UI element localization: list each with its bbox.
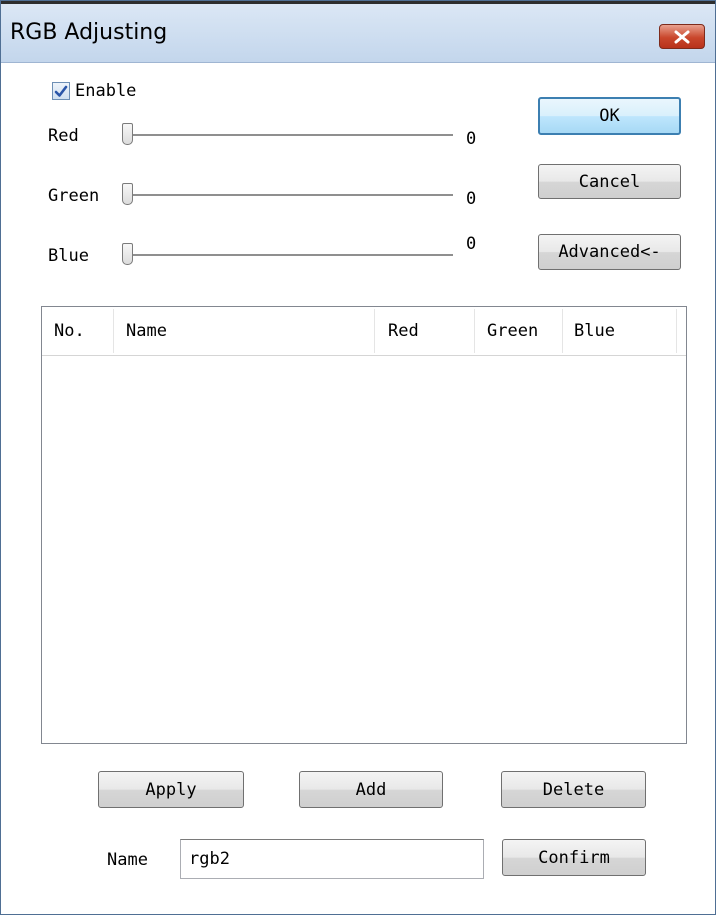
column-divider[interactable] bbox=[113, 309, 114, 353]
blue-slider-thumb[interactable] bbox=[122, 243, 133, 265]
column-divider[interactable] bbox=[562, 309, 563, 353]
green-slider-track[interactable] bbox=[123, 194, 453, 197]
column-divider[interactable] bbox=[374, 309, 375, 353]
checkmark-icon bbox=[54, 85, 68, 97]
add-button-label: Add bbox=[355, 779, 387, 800]
column-header-name[interactable]: Name bbox=[126, 307, 167, 355]
green-slider-thumb[interactable] bbox=[122, 183, 133, 205]
blue-label: Blue bbox=[48, 246, 89, 266]
ok-button[interactable]: OK bbox=[538, 97, 681, 135]
name-label: Name bbox=[107, 850, 148, 870]
enable-label[interactable]: Enable bbox=[75, 81, 136, 101]
advanced-button-label: Advanced<- bbox=[558, 242, 661, 262]
title-bar[interactable]: RGB Adjusting bbox=[1, 4, 715, 63]
name-input[interactable]: rgb2 bbox=[180, 839, 484, 879]
apply-button[interactable]: Apply bbox=[98, 771, 244, 808]
green-label: Green bbox=[48, 186, 100, 206]
blue-slider-track[interactable] bbox=[123, 254, 453, 257]
column-header-red[interactable]: Red bbox=[388, 307, 419, 355]
column-header-green[interactable]: Green bbox=[487, 307, 538, 355]
window-title: RGB Adjusting bbox=[10, 20, 168, 45]
cancel-button[interactable]: Cancel bbox=[538, 164, 681, 199]
column-header-blue[interactable]: Blue bbox=[574, 307, 615, 355]
add-button[interactable]: Add bbox=[299, 771, 443, 808]
red-value: 0 bbox=[466, 129, 477, 149]
delete-button-label: Delete bbox=[542, 779, 605, 800]
red-slider-thumb[interactable] bbox=[122, 123, 133, 145]
apply-button-label: Apply bbox=[145, 779, 197, 800]
confirm-button[interactable]: Confirm bbox=[502, 839, 646, 876]
green-value: 0 bbox=[466, 189, 477, 209]
cancel-button-label: Cancel bbox=[578, 171, 641, 192]
column-header-no[interactable]: No. bbox=[54, 307, 85, 355]
red-label: Red bbox=[48, 126, 79, 146]
close-button[interactable] bbox=[659, 24, 705, 49]
rgb-adjusting-dialog: RGB Adjusting Enable Red 0 Green 0 Blue … bbox=[0, 0, 716, 915]
red-slider-track[interactable] bbox=[123, 134, 453, 137]
column-divider[interactable] bbox=[474, 309, 475, 353]
rgb-preset-list[interactable]: No. Name Red Green Blue bbox=[41, 306, 687, 744]
list-header: No. Name Red Green Blue bbox=[42, 307, 686, 356]
ok-button-label: OK bbox=[599, 106, 620, 126]
advanced-button[interactable]: Advanced<- bbox=[538, 234, 681, 270]
delete-button[interactable]: Delete bbox=[501, 771, 646, 808]
name-input-value: rgb2 bbox=[189, 849, 230, 869]
blue-value: 0 bbox=[466, 234, 477, 254]
confirm-button-label: Confirm bbox=[538, 847, 610, 868]
column-divider[interactable] bbox=[676, 309, 677, 353]
enable-checkbox[interactable] bbox=[52, 82, 70, 100]
close-icon bbox=[674, 30, 690, 43]
